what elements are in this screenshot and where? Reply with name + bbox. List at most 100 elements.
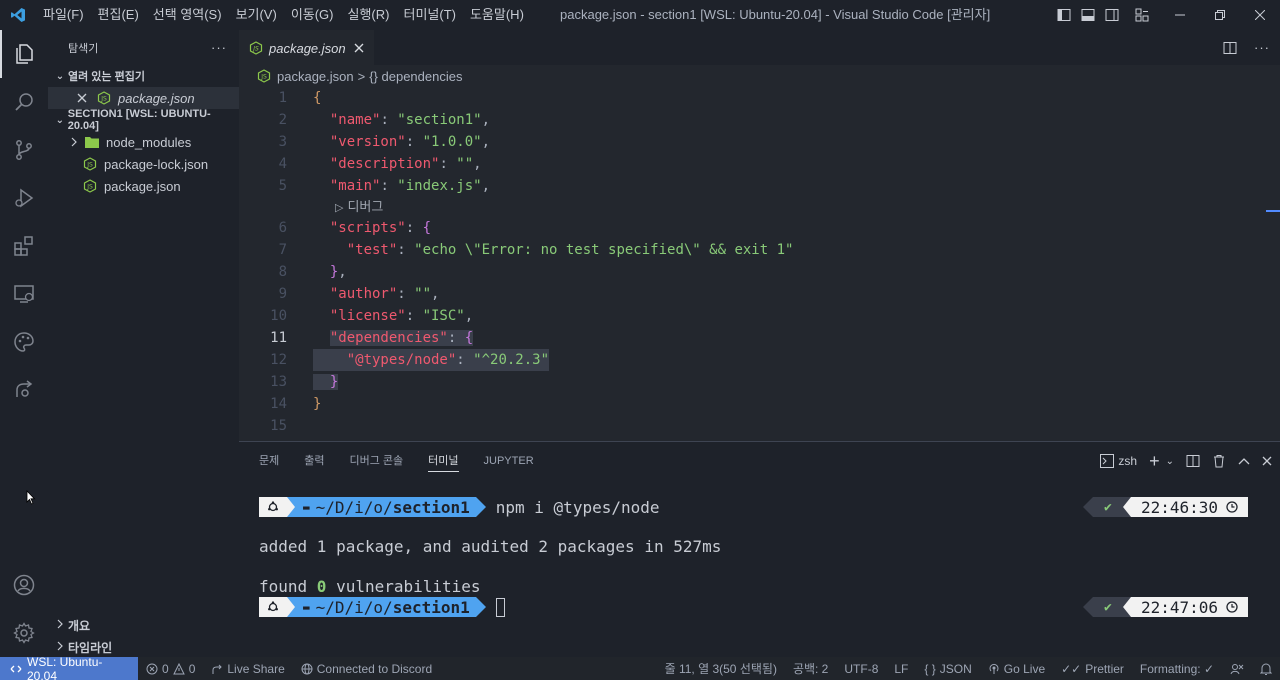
prompt-path: ~/D/i/o/ <box>315 597 393 617</box>
formatting-status[interactable]: Formatting: ✓ <box>1132 657 1222 680</box>
breadcrumb-file[interactable]: package.json <box>277 69 354 84</box>
line-number: 1 <box>278 90 287 106</box>
line-number: 13 <box>270 374 287 390</box>
tab-terminal[interactable]: 터미널 <box>428 450 459 472</box>
toggle-panel-icon[interactable] <box>1076 0 1100 30</box>
tree-item-package-json[interactable]: JS package.json <box>48 175 239 197</box>
remote-label: WSL: Ubuntu-20.04 <box>27 654 103 680</box>
code-text: "test": "echo \"Error: no test specified… <box>346 242 794 258</box>
tab-package-json[interactable]: JS package.json <box>239 30 374 65</box>
outline-section-header[interactable]: 개요 <box>48 614 239 636</box>
braces-icon: { } <box>924 661 936 676</box>
tab-problems[interactable]: 문제 <box>259 442 279 480</box>
chevron-right-icon <box>52 618 68 632</box>
extensions-icon[interactable] <box>0 222 48 270</box>
open-editor-name: package.json <box>118 90 195 106</box>
tree-item-package-lock[interactable]: JS package-lock.json <box>48 153 239 175</box>
encoding[interactable]: UTF-8 <box>836 657 886 680</box>
tab-output[interactable]: 출력 <box>304 442 324 480</box>
problems-indicator[interactable]: 0 0 <box>138 657 203 680</box>
shell-name: zsh <box>1118 454 1138 468</box>
close-tab-icon[interactable] <box>354 43 364 53</box>
menu-selection[interactable]: 선택 영역(S) <box>146 0 229 30</box>
toggle-secondary-sidebar-icon[interactable] <box>1100 0 1124 30</box>
open-editor-item[interactable]: JS package.json <box>48 87 239 109</box>
panel-actions: zsh + ⌄ <box>1100 442 1272 480</box>
breadcrumb-symbol[interactable]: {} dependencies <box>369 69 462 84</box>
line-number: 6 <box>278 220 287 236</box>
feedback-icon[interactable] <box>1222 657 1252 680</box>
maximize-panel-icon[interactable] <box>1238 456 1250 466</box>
live-share-icon[interactable] <box>0 366 48 414</box>
vscode-logo-icon <box>0 0 36 30</box>
close-window-button[interactable] <box>1240 0 1280 30</box>
clock-icon <box>1226 601 1238 613</box>
code-editor[interactable]: 1{ 2 "name": "section1", 3 "version": "1… <box>239 87 1280 437</box>
workspace-header[interactable]: ⌄ SECTION1 [WSL: UBUNTU-20.04] <box>48 108 239 132</box>
terminal-right-prompt: ✔ 22:47:06 <box>1082 597 1248 617</box>
tree-item-label: package.json <box>104 178 181 194</box>
source-control-icon[interactable] <box>0 126 48 174</box>
more-actions-icon[interactable]: ··· <box>211 40 227 55</box>
restore-button[interactable] <box>1200 0 1240 30</box>
status-bar: WSL: Ubuntu-20.04 0 0 Live Share Connect… <box>0 654 1280 680</box>
prettier-status[interactable]: ✓✓ Prettier <box>1053 657 1132 680</box>
minimize-button[interactable] <box>1160 0 1200 30</box>
code-line: 7 "test": "echo \"Error: no test specifi… <box>239 239 1280 261</box>
run-debug-icon[interactable] <box>0 174 48 222</box>
customize-layout-icon[interactable] <box>1124 0 1160 30</box>
error-count: 0 <box>162 661 169 676</box>
discord-status[interactable]: Connected to Discord <box>293 657 440 680</box>
tree-item-node-modules[interactable]: node_modules <box>48 131 239 153</box>
line-number: 14 <box>270 396 287 412</box>
trash-icon[interactable] <box>1212 454 1226 468</box>
close-editor-icon[interactable] <box>74 90 90 106</box>
tab-label: package.json <box>269 40 346 56</box>
menu-view[interactable]: 보기(V) <box>229 0 284 30</box>
debug-codelens[interactable]: ▷ 디버그 <box>239 197 1280 217</box>
menu-file[interactable]: 파일(F) <box>36 0 91 30</box>
explorer-icon[interactable] <box>0 30 48 78</box>
menu-go[interactable]: 이동(G) <box>284 0 341 30</box>
language-mode[interactable]: { } JSON <box>916 657 979 680</box>
code-line: 5 "main": "index.js", <box>239 175 1280 197</box>
split-editor-icon[interactable] <box>1216 33 1244 63</box>
remote-explorer-icon[interactable] <box>0 270 48 318</box>
tab-jupyter[interactable]: JUPYTER <box>484 442 534 480</box>
menu-run[interactable]: 실행(R) <box>341 0 397 30</box>
close-panel-icon[interactable] <box>1262 456 1272 466</box>
menu-terminal[interactable]: 터미널(T) <box>396 0 462 30</box>
tree-item-label: node_modules <box>106 134 192 150</box>
prompt-path: ~/D/i/o/ <box>315 497 393 517</box>
notifications-bell-icon[interactable] <box>1252 657 1280 680</box>
settings-gear-icon[interactable] <box>0 609 48 657</box>
split-terminal-icon[interactable] <box>1186 454 1200 468</box>
open-editors-header[interactable]: ⌄ 열려 있는 편집기 <box>48 65 239 87</box>
more-actions-icon[interactable]: ··· <box>1244 33 1280 63</box>
palette-icon[interactable] <box>0 318 48 366</box>
accounts-icon[interactable] <box>0 561 48 609</box>
live-share-status[interactable]: Live Share <box>203 657 292 680</box>
new-terminal-icon[interactable]: + <box>1149 451 1160 472</box>
toggle-sidebar-icon[interactable] <box>1052 0 1076 30</box>
remote-indicator[interactable]: WSL: Ubuntu-20.04 <box>0 654 138 680</box>
code-line: 14} <box>239 393 1280 415</box>
sidebar-header: 탐색기 ··· <box>48 30 239 65</box>
prettier-label: Prettier <box>1085 661 1124 676</box>
status-bar-right: 줄 11, 열 3(50 선택됨) 공백: 2 UTF-8 LF { } JSON… <box>657 657 1280 680</box>
code-text: "license": "ISC", <box>329 308 474 324</box>
line-number: 4 <box>278 156 287 172</box>
end-of-line[interactable]: LF <box>886 657 916 680</box>
menu-edit[interactable]: 편집(E) <box>91 0 146 30</box>
line-number: 8 <box>278 264 287 280</box>
search-icon[interactable] <box>0 78 48 126</box>
terminal-shell-selector[interactable]: zsh <box>1100 454 1137 468</box>
cursor-position[interactable]: 줄 11, 열 3(50 선택됨) <box>657 657 785 680</box>
go-live-button[interactable]: Go Live <box>980 657 1053 680</box>
code-line: 2 "name": "section1", <box>239 109 1280 131</box>
indentation[interactable]: 공백: 2 <box>785 657 836 680</box>
menu-help[interactable]: 도움말(H) <box>463 0 531 30</box>
tab-debug-console[interactable]: 디버그 콘솔 <box>350 442 404 480</box>
svg-text:JS: JS <box>86 184 93 191</box>
chevron-down-icon[interactable]: ⌄ <box>1166 456 1174 467</box>
